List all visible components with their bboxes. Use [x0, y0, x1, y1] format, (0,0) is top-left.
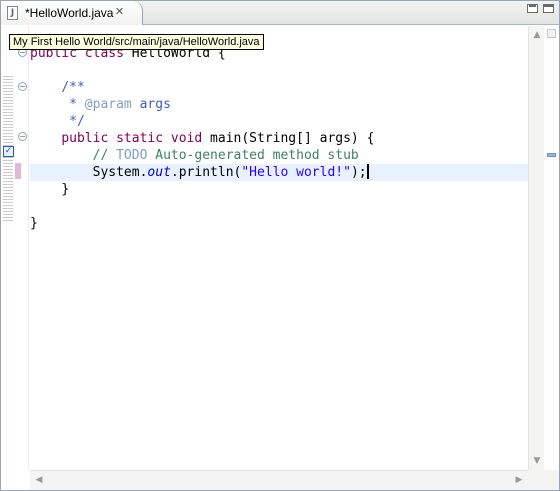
code-token: .println(: [170, 165, 242, 180]
current-code-line[interactable]: System.out.println("Hello world!");: [30, 164, 528, 181]
scrollbar-track[interactable]: [30, 473, 528, 488]
tab-title: *HelloWorld.java: [25, 6, 114, 20]
method-declaration: main(String[] args) {: [202, 131, 375, 146]
code-token: System.: [92, 165, 148, 180]
scroll-up-icon[interactable]: ▲: [530, 28, 544, 42]
line-comment: //: [92, 148, 117, 163]
quick-diff-change-marker: [15, 163, 21, 179]
javadoc-comment: */: [61, 114, 85, 129]
java-editor-window: J *HelloWorld.java ✕ ✓ − − − public clas…: [0, 0, 560, 491]
overview-status-icon: [547, 29, 556, 38]
folding-ruler: − − −: [15, 26, 29, 470]
scroll-down-icon[interactable]: ▼: [530, 454, 544, 468]
editor-tab-bar: J *HelloWorld.java ✕: [1, 1, 559, 25]
todo-tag: TODO: [116, 148, 148, 163]
keyword: void: [170, 131, 203, 146]
code-line[interactable]: public static void main(String[] args) {: [30, 130, 528, 147]
overview-ruler[interactable]: [544, 26, 559, 470]
maximize-icon[interactable]: [543, 4, 554, 13]
javadoc-comment: args: [131, 97, 171, 112]
vertical-scrollbar[interactable]: ▲ ▼: [528, 26, 544, 470]
keyword: public: [61, 131, 109, 146]
horizontal-scrollbar[interactable]: ◀ ▶: [30, 470, 528, 490]
code-line[interactable]: }: [30, 215, 528, 232]
overview-task-marker[interactable]: [547, 153, 556, 157]
javadoc-comment: *: [61, 97, 85, 112]
line-comment: Auto-generated method stub: [147, 148, 359, 163]
static-field: out: [147, 165, 171, 180]
code-line[interactable]: * @param args: [30, 96, 528, 113]
fold-collapse-icon[interactable]: −: [18, 132, 27, 141]
code-token: }: [30, 216, 38, 231]
scrollbar-corner: [528, 470, 559, 490]
vertical-ruler[interactable]: ✓: [1, 26, 15, 470]
text-caret: [366, 164, 369, 179]
code-line[interactable]: }: [30, 181, 528, 198]
fold-collapse-icon[interactable]: −: [18, 82, 27, 91]
code-line[interactable]: */: [30, 113, 528, 130]
code-editor[interactable]: public class HelloWorld { /** * @param a…: [30, 26, 528, 470]
scroll-left-icon[interactable]: ◀: [32, 473, 46, 487]
minimize-icon[interactable]: [527, 4, 538, 13]
javadoc-comment: /**: [61, 80, 85, 95]
task-marker-icon[interactable]: ✓: [3, 146, 14, 157]
code-token: );: [350, 165, 367, 180]
close-icon[interactable]: ✕: [113, 5, 126, 18]
code-line[interactable]: /**: [30, 79, 528, 96]
tab-helloworld-java[interactable]: J *HelloWorld.java ✕: [1, 1, 143, 25]
code-line[interactable]: // TODO Auto-generated method stub: [30, 147, 528, 164]
javadoc-tag: @param: [84, 97, 132, 112]
code-token: }: [61, 182, 70, 197]
file-path-tooltip: My First Hello World/src/main/java/Hello…: [9, 34, 264, 50]
scroll-right-icon[interactable]: ▶: [512, 473, 526, 487]
string-literal: "Hello world!": [241, 165, 351, 180]
java-file-icon: J: [7, 6, 18, 20]
keyword: static: [116, 131, 164, 146]
